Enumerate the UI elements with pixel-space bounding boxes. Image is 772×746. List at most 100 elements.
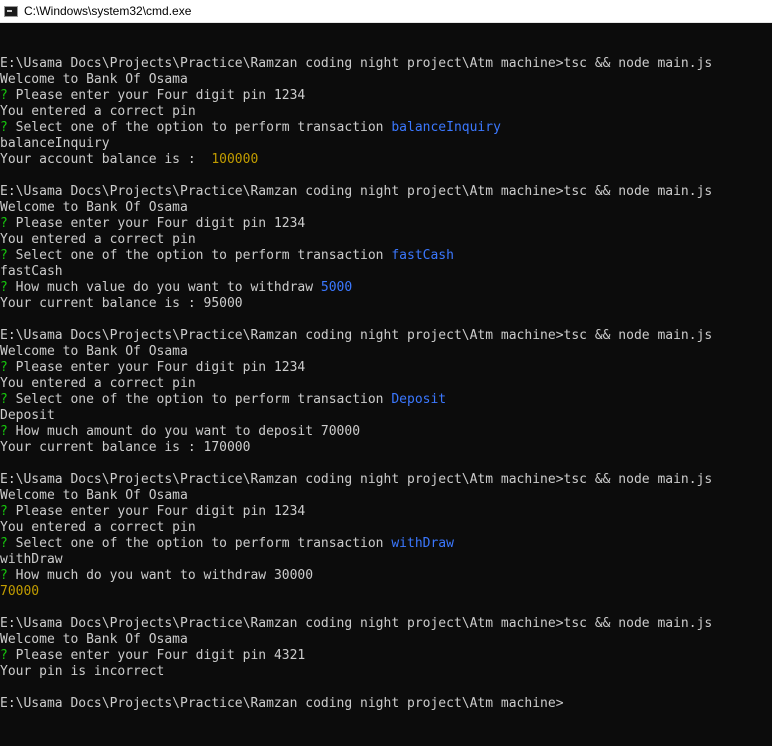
console-line: Welcome to Bank Of Osama xyxy=(0,632,772,648)
prompt-answer: 1234 xyxy=(273,504,306,519)
prompt-mark: ? xyxy=(0,536,8,551)
console-text: fastCash xyxy=(0,264,63,279)
prompt-text: Please enter your Four digit pin xyxy=(7,88,274,103)
console-text: Welcome to Bank Of Osama xyxy=(0,344,188,359)
prompt-text: Please enter your Four digit pin xyxy=(7,504,274,519)
balance-value: 70000 xyxy=(0,584,40,599)
console-text: You entered a correct pin xyxy=(0,104,196,119)
prompt-text: How much value do you want to withdraw xyxy=(7,280,321,295)
console-line: fastCash xyxy=(0,264,772,280)
prompt-text: Please enter your Four digit pin xyxy=(7,360,274,375)
console-line: ? Please enter your Four digit pin 1234 xyxy=(0,216,772,232)
prompt-mark: ? xyxy=(0,568,8,583)
console-line: ? Please enter your Four digit pin 1234 xyxy=(0,360,772,376)
console-text: You entered a correct pin xyxy=(0,376,196,391)
console-line: Your pin is incorrect xyxy=(0,664,772,680)
console-line: ? Select one of the option to perform tr… xyxy=(0,392,772,408)
console-text: E:\Usama Docs\Projects\Practice\Ramzan c… xyxy=(0,184,713,199)
console-line: withDraw xyxy=(0,552,772,568)
console-output[interactable]: E:\Usama Docs\Projects\Practice\Ramzan c… xyxy=(0,23,772,746)
prompt-answer: 4321 xyxy=(273,648,306,663)
console-line: Welcome to Bank Of Osama xyxy=(0,72,772,88)
console-line: ? Select one of the option to perform tr… xyxy=(0,120,772,136)
prompt-answer: 1234 xyxy=(273,360,306,375)
console-text: You entered a correct pin xyxy=(0,232,196,247)
prompt-mark: ? xyxy=(0,360,8,375)
console-line: 70000 xyxy=(0,584,772,600)
console-line: Your account balance is : 100000 xyxy=(0,152,772,168)
console-line: ? Select one of the option to perform tr… xyxy=(0,248,772,264)
console-line: Your current balance is : 95000 xyxy=(0,296,772,312)
console-line: Your current balance is : 170000 xyxy=(0,440,772,456)
prompt-answer: balanceInquiry xyxy=(391,120,501,135)
console-text: Deposit xyxy=(0,408,55,423)
prompt-text: How much do you want to withdraw xyxy=(7,568,274,583)
console-line: balanceInquiry xyxy=(0,136,772,152)
prompt-mark: ? xyxy=(0,392,8,407)
console-line: You entered a correct pin xyxy=(0,520,772,536)
console-text: E:\Usama Docs\Projects\Practice\Ramzan c… xyxy=(0,696,564,711)
prompt-mark: ? xyxy=(0,424,8,439)
cmd-window: C:\Windows\system32\cmd.exe E:\Usama Doc… xyxy=(0,0,772,746)
console-text: Welcome to Bank Of Osama xyxy=(0,632,188,647)
console-line: You entered a correct pin xyxy=(0,104,772,120)
console-line: E:\Usama Docs\Projects\Practice\Ramzan c… xyxy=(0,696,772,712)
console-text: withDraw xyxy=(0,552,63,567)
prompt-answer: 1234 xyxy=(273,216,306,231)
prompt-mark: ? xyxy=(0,88,8,103)
console-icon xyxy=(4,5,18,17)
prompt-text: How much amount do you want to deposit xyxy=(7,424,321,439)
console-line: E:\Usama Docs\Projects\Practice\Ramzan c… xyxy=(0,328,772,344)
console-line: ? Please enter your Four digit pin 1234 xyxy=(0,88,772,104)
prompt-text: Please enter your Four digit pin xyxy=(7,648,274,663)
console-line: Welcome to Bank Of Osama xyxy=(0,344,772,360)
console-text: Your pin is incorrect xyxy=(0,664,165,679)
prompt-answer: 30000 xyxy=(273,568,314,583)
prompt-text: Select one of the option to perform tran… xyxy=(7,120,392,135)
console-line: ? Please enter your Four digit pin 4321 xyxy=(0,648,772,664)
console-line: E:\Usama Docs\Projects\Practice\Ramzan c… xyxy=(0,184,772,200)
console-text: Welcome to Bank Of Osama xyxy=(0,200,188,215)
console-line: ? Please enter your Four digit pin 1234 xyxy=(0,504,772,520)
console-text: You entered a correct pin xyxy=(0,520,196,535)
console-text: Your current balance is : 170000 xyxy=(0,440,251,455)
console-text: Welcome to Bank Of Osama xyxy=(0,72,188,87)
prompt-answer: 5000 xyxy=(320,280,353,295)
console-text: Your account balance is : xyxy=(0,152,212,167)
prompt-text: Please enter your Four digit pin xyxy=(7,216,274,231)
console-line: You entered a correct pin xyxy=(0,376,772,392)
prompt-text: Select one of the option to perform tran… xyxy=(7,392,392,407)
console-line: E:\Usama Docs\Projects\Practice\Ramzan c… xyxy=(0,472,772,488)
console-text: Your current balance is : 95000 xyxy=(0,296,243,311)
console-text: balanceInquiry xyxy=(0,136,110,151)
prompt-answer: Deposit xyxy=(391,392,447,407)
console-line: You entered a correct pin xyxy=(0,232,772,248)
prompt-text: Select one of the option to perform tran… xyxy=(7,248,392,263)
prompt-answer: withDraw xyxy=(391,536,454,551)
title-bar[interactable]: C:\Windows\system32\cmd.exe xyxy=(0,0,772,23)
console-text: E:\Usama Docs\Projects\Practice\Ramzan c… xyxy=(0,328,713,343)
console-line: ? Select one of the option to perform tr… xyxy=(0,536,772,552)
prompt-mark: ? xyxy=(0,248,8,263)
prompt-text: Select one of the option to perform tran… xyxy=(7,536,392,551)
prompt-answer: 1234 xyxy=(273,88,306,103)
console-line: Welcome to Bank Of Osama xyxy=(0,200,772,216)
console-line: Welcome to Bank Of Osama xyxy=(0,488,772,504)
console-line: Deposit xyxy=(0,408,772,424)
console-text: E:\Usama Docs\Projects\Practice\Ramzan c… xyxy=(0,56,713,71)
console-line: E:\Usama Docs\Projects\Practice\Ramzan c… xyxy=(0,616,772,632)
console-line: ? How much amount do you want to deposit… xyxy=(0,424,772,440)
prompt-mark: ? xyxy=(0,504,8,519)
prompt-answer: fastCash xyxy=(391,248,454,263)
prompt-mark: ? xyxy=(0,648,8,663)
console-line: E:\Usama Docs\Projects\Practice\Ramzan c… xyxy=(0,56,772,72)
console-text: Welcome to Bank Of Osama xyxy=(0,488,188,503)
balance-value: 100000 xyxy=(211,152,259,167)
console-text: E:\Usama Docs\Projects\Practice\Ramzan c… xyxy=(0,472,713,487)
prompt-answer: 70000 xyxy=(320,424,361,439)
